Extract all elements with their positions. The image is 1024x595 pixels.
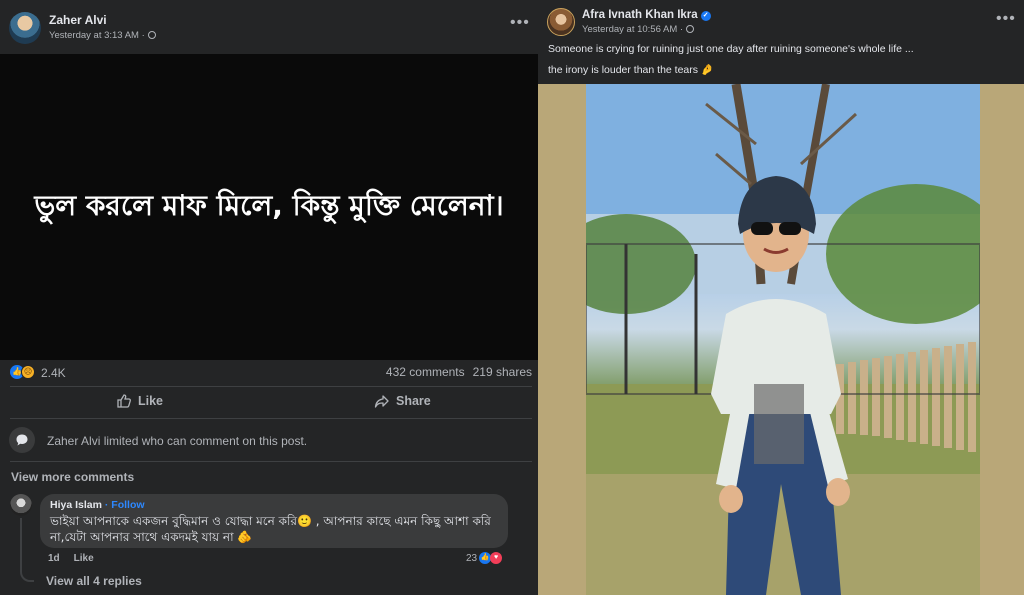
globe-icon — [686, 25, 695, 33]
author-name[interactable]: Afra Ivnath Khan Ikra ✓ — [582, 9, 711, 21]
comment-header: Hiya Islam · Follow — [50, 499, 498, 511]
divider — [10, 386, 532, 387]
caption-line-2: the irony is louder than the tears 🤌 — [548, 64, 714, 76]
more-dots-icon[interactable]: ••• — [996, 10, 1016, 28]
share-label: Share — [396, 394, 431, 408]
comment-like-button[interactable]: Like — [74, 553, 94, 564]
comment-reactions[interactable]: 23 👍 ♥ — [466, 552, 503, 564]
commenter-avatar[interactable] — [10, 494, 32, 516]
divider — [10, 461, 532, 462]
left-post: Zaher Alvi Yesterday at 3:13 AM · ••• ভু… — [0, 0, 538, 595]
caption-line-1: Someone is crying for ruining just one d… — [548, 43, 914, 55]
like-button[interactable]: Like — [116, 393, 163, 409]
limited-comments-notice: Zaher Alvi limited who can comment on th… — [9, 427, 529, 453]
view-more-comments-link[interactable]: View more comments — [11, 470, 134, 484]
woman-in-helmet-photo[interactable] — [586, 84, 980, 595]
comments-shares: 432 comments 219 shares — [378, 365, 532, 379]
author-name[interactable]: Zaher Alvi — [49, 13, 107, 27]
share-arrow-icon — [374, 395, 389, 408]
comment-bubble: Hiya Islam · Follow ভাইয়া আপনাকে একজন ব… — [40, 494, 508, 548]
post-photo-frame — [538, 84, 1024, 595]
quote-text: ভুল করলে মাফ মিলে, কিন্তু মুক্তি মেলেনা। — [34, 188, 504, 222]
post-timestamp[interactable]: Yesterday at 10:56 AM · — [582, 24, 695, 35]
divider — [10, 418, 532, 419]
timestamp-text[interactable]: Yesterday at 10:56 AM · — [582, 24, 683, 35]
like-label: Like — [138, 394, 164, 408]
share-button[interactable]: Share — [374, 393, 431, 409]
follow-link[interactable]: · Follow — [105, 499, 145, 511]
thumbs-up-icon — [117, 394, 131, 408]
limited-notice-text: Zaher Alvi limited who can comment on th… — [47, 434, 308, 448]
comment-text: ভাইয়া আপনাকে একজন বুদ্ধিমান ও যোদ্ধা মন… — [50, 514, 491, 544]
view-replies-link[interactable]: View all 4 replies — [46, 574, 142, 588]
comment-meta: 1d Like — [48, 553, 108, 564]
comment-reaction-count: 23 — [466, 552, 478, 564]
reactions-count[interactable]: 2.4K — [41, 366, 66, 380]
comment-age[interactable]: 1d — [48, 553, 60, 564]
action-bar: Like Share — [0, 388, 538, 418]
love-reaction-icon: ♥ — [490, 552, 503, 564]
avatar[interactable] — [547, 8, 575, 36]
right-post: Afra Ivnath Khan Ikra ✓ Yesterday at 10:5… — [538, 0, 1024, 595]
text-post-image: ভুল করলে মাফ মিলে, কিন্তু মুক্তি মেলেনা। — [0, 54, 538, 360]
post-stats: 👍 ☹ 2.4K 432 comments 219 shares — [0, 360, 538, 386]
globe-icon — [147, 31, 156, 39]
reply-thread-line — [20, 518, 34, 582]
author-name-text[interactable]: Afra Ivnath Khan Ikra — [582, 9, 698, 21]
commenter-name[interactable]: Hiya Islam — [50, 499, 102, 511]
photo-illustration — [586, 84, 980, 595]
comments-count[interactable]: 432 comments — [386, 365, 465, 379]
shares-count[interactable]: 219 shares — [473, 365, 532, 379]
avatar[interactable] — [9, 12, 41, 44]
verified-badge-icon: ✓ — [700, 11, 711, 21]
sad-reaction-icon[interactable]: ☹ — [21, 365, 35, 379]
timestamp-text[interactable]: Yesterday at 3:13 AM · — [49, 30, 145, 41]
post-timestamp[interactable]: Yesterday at 3:13 AM · — [49, 30, 156, 41]
more-dots-icon[interactable]: ••• — [510, 14, 530, 32]
post-header: Zaher Alvi Yesterday at 3:13 AM · ••• — [0, 0, 538, 54]
comment-bubble-icon — [9, 427, 35, 453]
